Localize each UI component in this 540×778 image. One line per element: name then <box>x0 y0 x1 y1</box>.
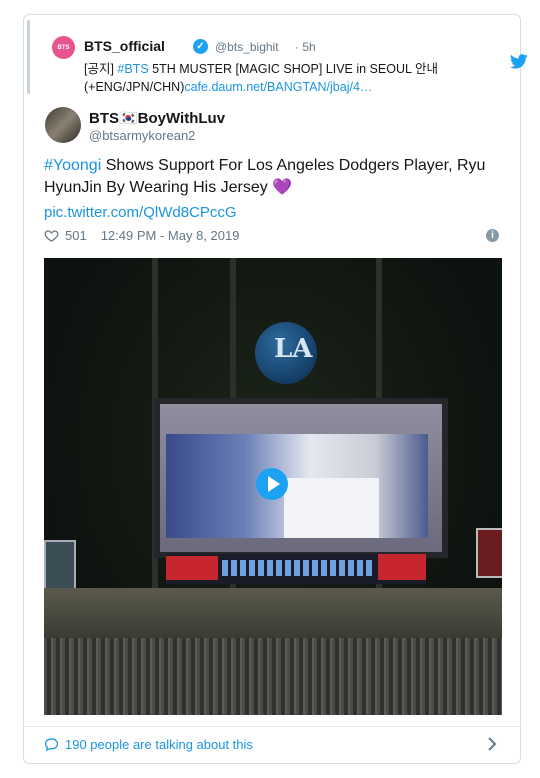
quote-bar <box>27 20 30 94</box>
stadium-stands <box>44 638 502 715</box>
dodgers-logo-text: LA <box>274 334 313 364</box>
tweet-text: #Yoongi Shows Support For Los Angeles Do… <box>44 155 494 199</box>
hashtag-link[interactable]: #Yoongi <box>44 157 101 174</box>
quoted-avatar[interactable]: BTS <box>52 36 75 59</box>
left-sign <box>44 540 76 590</box>
quoted-author-handle[interactable]: @bts_bighit <box>215 40 279 54</box>
conversation-link[interactable]: 190 people are talking about this <box>44 737 253 752</box>
ticker-lights <box>222 560 372 576</box>
speech-bubble-icon <box>44 738 59 752</box>
heart-icon[interactable] <box>44 228 59 243</box>
quoted-url-link[interactable]: cafe.daum.net/BANGTAN/jbaj/4… <box>184 80 372 94</box>
jumbotron-image <box>166 434 428 538</box>
divider <box>23 726 521 727</box>
quoted-text: [공지] #BTS 5TH MUSTER [MAGIC SHOP] LIVE i… <box>84 60 484 96</box>
verified-icon: ✓ <box>193 39 208 54</box>
ticker-right-panel <box>378 554 426 580</box>
quoted-author-name[interactable]: BTS_official <box>84 38 165 54</box>
play-button[interactable] <box>256 468 288 500</box>
jersey-figure <box>284 478 379 538</box>
quoted-tweet[interactable]: BTS BTS_official ✓ @bts_bighit · 5h [공지]… <box>27 20 528 96</box>
avatar[interactable] <box>45 107 81 143</box>
stadium-roof <box>44 588 502 638</box>
scoreboard-ticker <box>166 554 426 584</box>
tweet-meta: 501 12:49 PM - May 8, 2019 <box>44 228 239 243</box>
talking-count-text[interactable]: 190 people are talking about this <box>65 737 253 752</box>
info-icon[interactable]: i <box>486 229 499 242</box>
hashtag-link[interactable]: #BTS <box>117 62 148 76</box>
pic-link[interactable]: pic.twitter.com/QlWd8CPccG <box>44 204 237 221</box>
tweet-body: Shows Support For Los Angeles Dodgers Pl… <box>44 157 486 196</box>
right-sign <box>476 528 502 578</box>
video-player[interactable]: LA <box>44 258 502 715</box>
timestamp[interactable]: 12:49 PM - May 8, 2019 <box>101 228 240 243</box>
twitter-bird-icon[interactable] <box>510 54 528 69</box>
ticker-left-panel <box>166 556 218 580</box>
author-handle[interactable]: @btsarmykorean2 <box>89 128 195 143</box>
like-count[interactable]: 501 <box>65 228 87 243</box>
purple-heart-emoji: 💜 <box>272 179 293 196</box>
quoted-time[interactable]: · 5h <box>295 40 316 54</box>
author-name[interactable]: BTS🇰🇷BoyWithLuv <box>89 109 225 127</box>
stadium-jumbotron <box>154 398 448 558</box>
chevron-right-icon[interactable] <box>486 736 498 752</box>
play-icon <box>268 476 280 492</box>
quoted-text-prefix: [공지] <box>84 62 118 76</box>
